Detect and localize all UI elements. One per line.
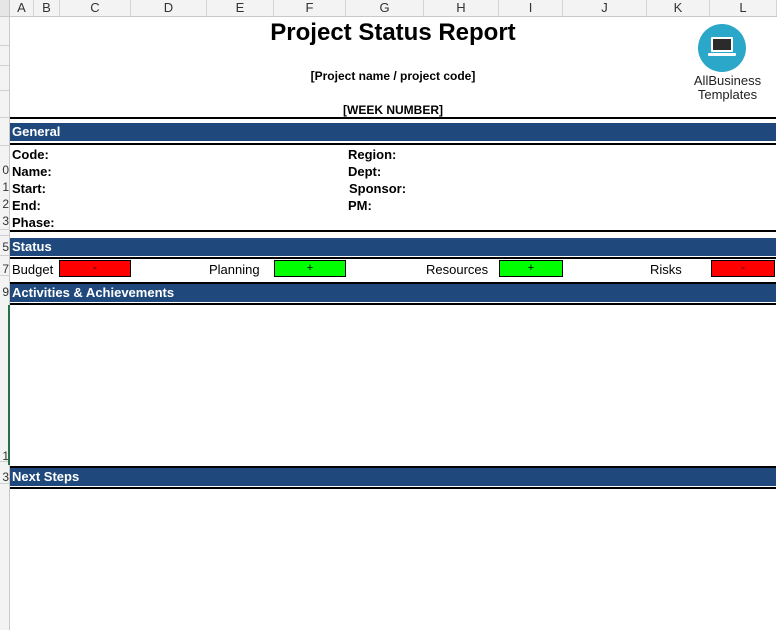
- column-header-i[interactable]: I: [499, 0, 563, 16]
- row-number[interactable]: 9: [2, 285, 9, 299]
- logo-line-1: AllBusiness: [693, 73, 762, 88]
- section-general-header[interactable]: General: [10, 123, 776, 141]
- activities-content-area[interactable]: [10, 306, 776, 464]
- report-title[interactable]: Project Status Report: [10, 19, 776, 47]
- status-budget-indicator[interactable]: -: [59, 260, 131, 277]
- divider: [10, 487, 776, 489]
- row-number[interactable]: 7: [2, 262, 9, 276]
- divider: [10, 303, 776, 305]
- row-number[interactable]: 0: [2, 163, 9, 177]
- week-number-cell[interactable]: [WEEK NUMBER]: [10, 103, 776, 117]
- section-next-steps-header[interactable]: Next Steps: [10, 466, 776, 486]
- status-risks-label[interactable]: Risks: [650, 262, 682, 278]
- status-resources-indicator[interactable]: +: [499, 260, 563, 277]
- row-number[interactable]: 3: [2, 470, 9, 484]
- status-resources-label[interactable]: Resources: [426, 262, 488, 278]
- field-start-label[interactable]: Start:: [12, 181, 46, 197]
- column-header-b[interactable]: B: [34, 0, 60, 16]
- logo-text: AllBusiness Templates: [680, 74, 775, 102]
- divider: [10, 257, 776, 259]
- column-header-h[interactable]: H: [424, 0, 499, 16]
- field-pm-label[interactable]: PM:: [348, 198, 372, 214]
- column-header-k[interactable]: K: [647, 0, 710, 16]
- status-risks-indicator[interactable]: -: [711, 260, 775, 277]
- status-planning-indicator[interactable]: +: [274, 260, 346, 277]
- project-name-cell[interactable]: [Project name / project code]: [10, 69, 776, 83]
- divider: [10, 230, 776, 232]
- field-phase-label[interactable]: Phase:: [12, 215, 55, 231]
- section-activities-header[interactable]: Activities & Achievements: [10, 282, 776, 302]
- field-name-label[interactable]: Name:: [12, 164, 52, 180]
- laptop-icon: [708, 37, 736, 56]
- row-number[interactable]: 5: [2, 240, 9, 254]
- column-header-e[interactable]: E: [207, 0, 274, 16]
- field-dept-label[interactable]: Dept:: [348, 164, 381, 180]
- column-header-g[interactable]: G: [346, 0, 424, 16]
- divider: [10, 117, 776, 119]
- row-number[interactable]: 1: [2, 180, 9, 194]
- row-number[interactable]: 3: [2, 214, 9, 228]
- field-sponsor-label[interactable]: Sponsor:: [349, 181, 406, 197]
- field-end-label[interactable]: End:: [12, 198, 41, 214]
- field-code-label[interactable]: Code:: [12, 147, 49, 163]
- logo-line-2: Templates: [697, 87, 758, 102]
- status-planning-label[interactable]: Planning: [209, 262, 260, 278]
- column-header-a[interactable]: A: [10, 0, 34, 16]
- column-header-j[interactable]: J: [563, 0, 647, 16]
- logo-laptop-icon: [698, 24, 746, 72]
- column-header-d[interactable]: D: [131, 0, 207, 16]
- divider: [10, 143, 776, 145]
- column-header-bar: A B C D E F G H I J K L: [0, 0, 777, 17]
- column-header-l[interactable]: L: [710, 0, 777, 16]
- row-number[interactable]: 2: [2, 197, 9, 211]
- column-header-f[interactable]: F: [274, 0, 346, 16]
- field-region-label[interactable]: Region:: [348, 147, 396, 163]
- status-budget-label[interactable]: Budget: [12, 262, 53, 278]
- next-steps-content-area[interactable]: [10, 490, 776, 628]
- column-header-c[interactable]: C: [60, 0, 131, 16]
- section-status-header[interactable]: Status: [10, 238, 776, 256]
- select-all-corner[interactable]: [0, 0, 10, 16]
